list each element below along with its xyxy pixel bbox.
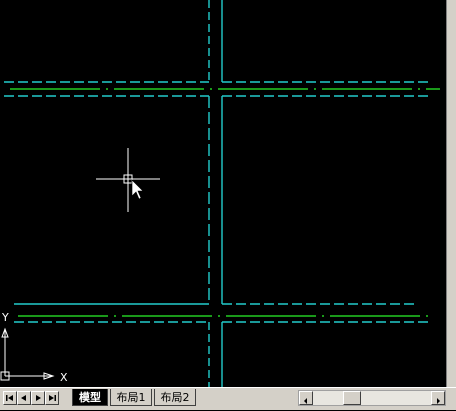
layout-tab-bar: 模型 布局1 布局2 (0, 387, 456, 410)
arrow-pointer-icon (131, 179, 144, 200)
ucs-x-label: X (60, 371, 68, 384)
first-tab-icon (6, 395, 13, 401)
scroll-right-button[interactable] (431, 391, 445, 405)
prev-tab-button[interactable] (17, 391, 31, 405)
cad-window: Y X 模型 布局1 布局2 (0, 0, 456, 410)
vertical-scrollbar[interactable] (446, 0, 456, 387)
scroll-left-button[interactable] (299, 391, 313, 405)
scroll-right-icon (437, 398, 440, 404)
first-tab-button[interactable] (3, 391, 17, 405)
crosshair-cursor (96, 148, 160, 212)
ucs-y-label: Y (1, 311, 9, 324)
scroll-left-icon (304, 398, 307, 404)
scroll-thumb[interactable] (343, 391, 361, 405)
next-tab-button[interactable] (31, 391, 45, 405)
tab-layout2[interactable]: 布局2 (154, 389, 196, 406)
last-tab-button[interactable] (45, 391, 59, 405)
last-tab-icon (49, 395, 56, 401)
tab-model[interactable]: 模型 (72, 389, 108, 406)
next-tab-icon (36, 395, 41, 401)
prev-tab-icon (21, 395, 26, 401)
horizontal-scrollbar[interactable] (298, 390, 446, 406)
drawing-canvas[interactable]: Y X (0, 0, 456, 387)
tab-layout1[interactable]: 布局1 (110, 389, 152, 406)
